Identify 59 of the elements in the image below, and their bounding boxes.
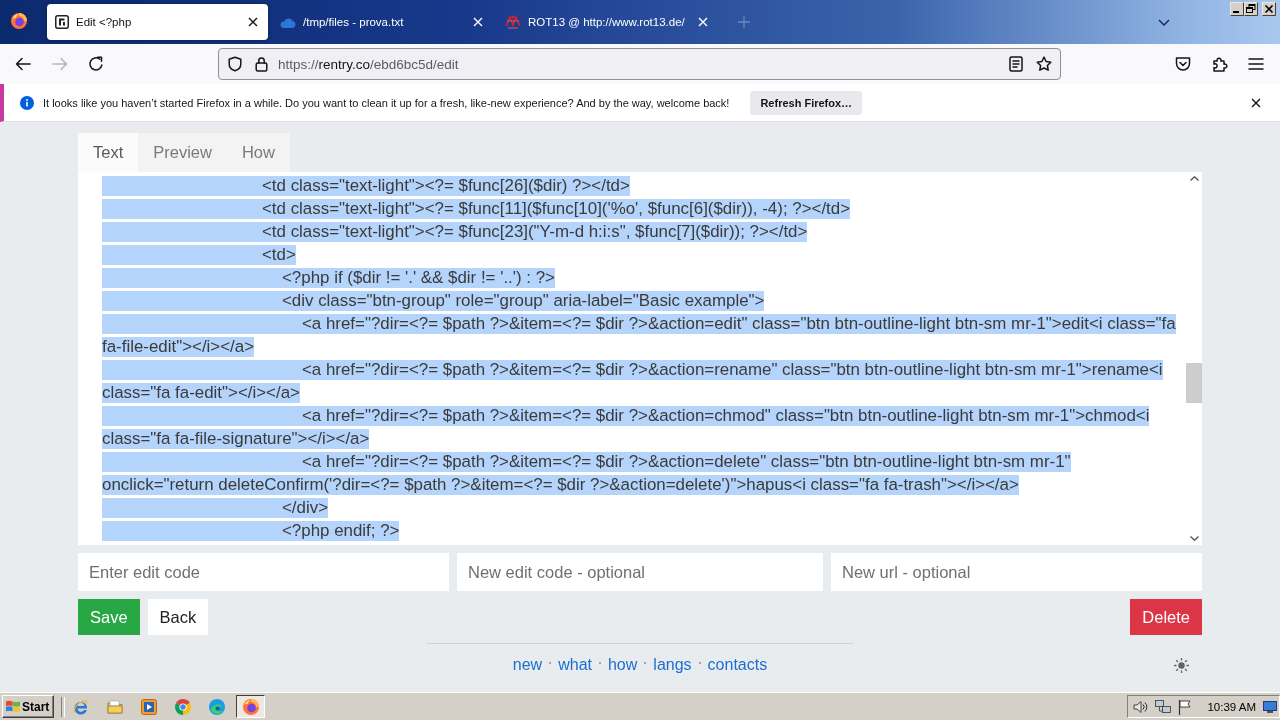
lock-icon[interactable] xyxy=(255,56,268,72)
start-button[interactable]: Start xyxy=(2,695,54,718)
puzzle-piece-icon[interactable] xyxy=(1212,56,1228,72)
pocket-icon[interactable] xyxy=(1175,56,1191,72)
address-bar[interactable]: https://rentry.co/ebd6bc5d/edit xyxy=(218,48,1061,80)
flame-globe-icon[interactable] xyxy=(11,13,29,31)
footer-link[interactable]: contacts xyxy=(707,656,768,674)
notification-message: It looks like you haven’t started Firefox in a while. Do you want to clean it up for a fresh, like-new experience? And by the way, welcome back! xyxy=(43,96,730,109)
windows-flag-icon xyxy=(6,700,20,713)
text-editor[interactable] xyxy=(78,172,1202,545)
save-button[interactable]: Save xyxy=(78,599,140,635)
editor-tab[interactable]: Text xyxy=(78,133,139,172)
input-field[interactable]: New url - optional xyxy=(831,553,1202,591)
speaker-icon[interactable] xyxy=(1132,698,1149,715)
scribble-logo-icon xyxy=(505,14,521,30)
chevron-down-icon[interactable] xyxy=(1158,18,1170,26)
editor-tab[interactable]: How xyxy=(226,133,290,172)
shield-icon[interactable] xyxy=(227,56,243,72)
taskbar-button[interactable] xyxy=(236,695,265,718)
cloud-icon xyxy=(280,16,296,28)
letter-e-icon[interactable] xyxy=(73,698,89,715)
footer-link[interactable]: how xyxy=(607,656,638,674)
browser-tab[interactable]: /tmp/files - prova.txt xyxy=(272,4,493,40)
browser-tab[interactable]: Edit <?php xyxy=(47,4,268,40)
clock-text: 10:39 AM xyxy=(1207,700,1256,713)
monitor-icon[interactable] xyxy=(1263,700,1277,713)
footer-link[interactable]: langs xyxy=(653,656,692,674)
menu-icon[interactable] xyxy=(1248,57,1264,71)
flame-globe-icon xyxy=(242,698,259,715)
back-icon[interactable] xyxy=(15,56,31,72)
caret-down-icon[interactable] xyxy=(1189,536,1199,541)
scroll-thumb[interactable] xyxy=(1186,363,1202,403)
back-button[interactable]: Back xyxy=(147,599,209,635)
minimize-icon[interactable] xyxy=(1230,2,1244,16)
input-field[interactable]: New edit code - optional xyxy=(457,553,823,591)
browser-tab[interactable]: ROT13 @ http://www.rot13.de/ xyxy=(497,4,718,40)
folder-icon[interactable] xyxy=(107,698,123,715)
reload-icon[interactable] xyxy=(88,56,104,72)
footer-link[interactable]: what xyxy=(558,656,592,674)
footer-link[interactable]: new xyxy=(512,656,543,674)
segmented-circle-icon[interactable] xyxy=(175,698,191,715)
square-logo-icon xyxy=(55,15,69,29)
caret-up-icon[interactable] xyxy=(1189,176,1199,181)
refresh-button[interactable]: Refresh Firefox… xyxy=(750,90,863,115)
editor-tab[interactable]: Preview xyxy=(138,133,227,172)
star-icon[interactable] xyxy=(1036,56,1052,72)
input-field[interactable]: Enter edit code xyxy=(78,553,449,591)
close-icon[interactable] xyxy=(248,17,258,27)
network-icon[interactable] xyxy=(1155,698,1172,715)
play-icon[interactable] xyxy=(141,698,157,715)
sun-icon[interactable] xyxy=(1174,657,1189,673)
wave-circle-icon[interactable] xyxy=(209,698,225,715)
flag-icon[interactable] xyxy=(1178,698,1193,715)
close-icon[interactable] xyxy=(1251,97,1261,108)
info-icon xyxy=(20,95,34,110)
close-icon[interactable] xyxy=(1262,2,1276,16)
page-lines-icon[interactable] xyxy=(1009,56,1023,72)
restore-icon[interactable] xyxy=(1244,2,1258,16)
delete-button[interactable]: Delete xyxy=(1130,599,1202,635)
